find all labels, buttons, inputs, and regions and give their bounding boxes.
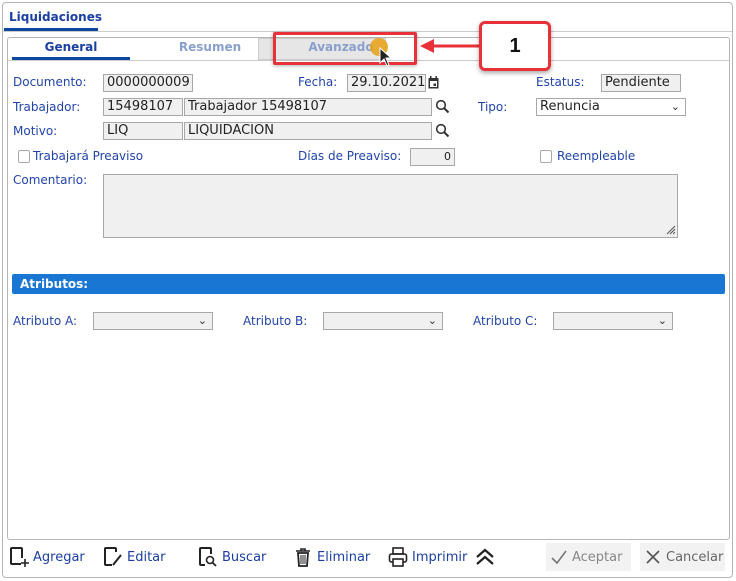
estatus-field: Pendiente [601,74,681,92]
editar-button[interactable]: Editar [103,546,166,568]
atributo-a-label: Atributo A: [13,314,78,328]
atributo-b-select[interactable]: ⌄ [323,312,443,330]
callout-highlight-box [273,32,417,65]
tab-general[interactable]: General [12,40,130,54]
search-document-icon [199,547,217,567]
reempleable-checkbox[interactable] [540,150,552,163]
search-icon[interactable] [435,123,450,138]
cancelar-button[interactable]: Cancelar [640,543,725,571]
aceptar-label: Aceptar [572,549,623,565]
reempleable-label: Reempleable [557,149,636,163]
atributo-c-label: Atributo C: [473,314,538,328]
atributo-a-select[interactable]: ⌄ [93,312,213,330]
chevron-down-icon: ⌄ [197,314,207,327]
calendar-icon[interactable] [428,76,439,89]
agregar-button[interactable]: Agregar [9,546,85,568]
estatus-label: Estatus: [536,75,585,89]
edit-icon [104,547,122,566]
trabajador-code-field[interactable]: 15498107 [103,98,183,116]
imprimir-label: Imprimir [412,549,468,565]
dias-preaviso-label: Días de Preaviso: [298,149,402,163]
chevron-down-icon: ⌄ [657,314,667,327]
editar-label: Editar [127,549,166,565]
atributo-b-label: Atributo B: [243,314,308,328]
mouse-cursor-icon [379,47,393,67]
tipo-label: Tipo: [478,100,508,114]
fecha-field[interactable]: 29.10.2021 [347,74,426,92]
tab-general-underline [12,57,130,60]
atributo-c-select[interactable]: ⌄ [553,312,673,330]
trabajador-label: Trabajador: [13,100,81,114]
documento-field[interactable]: 0000000009 [103,74,193,92]
trash-icon [296,548,310,567]
motivo-label: Motivo: [13,124,58,138]
close-icon [646,550,660,564]
motivo-code-field[interactable]: LIQ [103,122,183,140]
checkmark-icon [551,550,567,565]
tipo-value: Renuncia [540,99,600,114]
window-title-tab[interactable]: Liquidaciones [9,10,102,24]
resize-handle-icon[interactable] [664,223,676,235]
tab-resumen[interactable]: Resumen [150,40,270,54]
fecha-label: Fecha: [298,75,338,89]
buscar-button[interactable]: Buscar [198,546,266,568]
buscar-label: Buscar [222,549,267,565]
search-icon[interactable] [435,99,450,114]
add-document-icon [10,547,29,567]
tipo-select[interactable]: Renuncia ⌄ [536,98,686,116]
aceptar-button[interactable]: Aceptar [546,543,631,571]
dias-preaviso-field[interactable]: 0 [410,148,455,166]
comentario-textarea[interactable] [103,174,678,238]
motivo-name-field: LIQUIDACION [184,122,432,140]
cancelar-label: Cancelar [666,549,724,565]
trabajara-preaviso-label: Trabajará Preaviso [33,149,144,163]
documento-label: Documento: [13,75,87,89]
atributos-header: Atributos: [12,274,725,294]
callout-number-badge: 1 [479,21,551,71]
imprimir-button[interactable]: Imprimir [388,546,467,568]
eliminar-label: Eliminar [317,549,371,565]
comentario-label: Comentario: [13,173,88,187]
trabajador-name-field: Trabajador 15498107 [184,98,432,116]
printer-icon [388,547,408,567]
trabajara-preaviso-checkbox[interactable] [18,150,30,163]
chevron-down-icon: ⌄ [427,314,437,327]
eliminar-button[interactable]: Eliminar [293,546,370,568]
agregar-label: Agregar [33,549,85,565]
chevron-down-icon: ⌄ [670,100,680,113]
collapse-chevrons-icon[interactable] [474,547,496,567]
callout-arrow-icon [420,39,480,53]
